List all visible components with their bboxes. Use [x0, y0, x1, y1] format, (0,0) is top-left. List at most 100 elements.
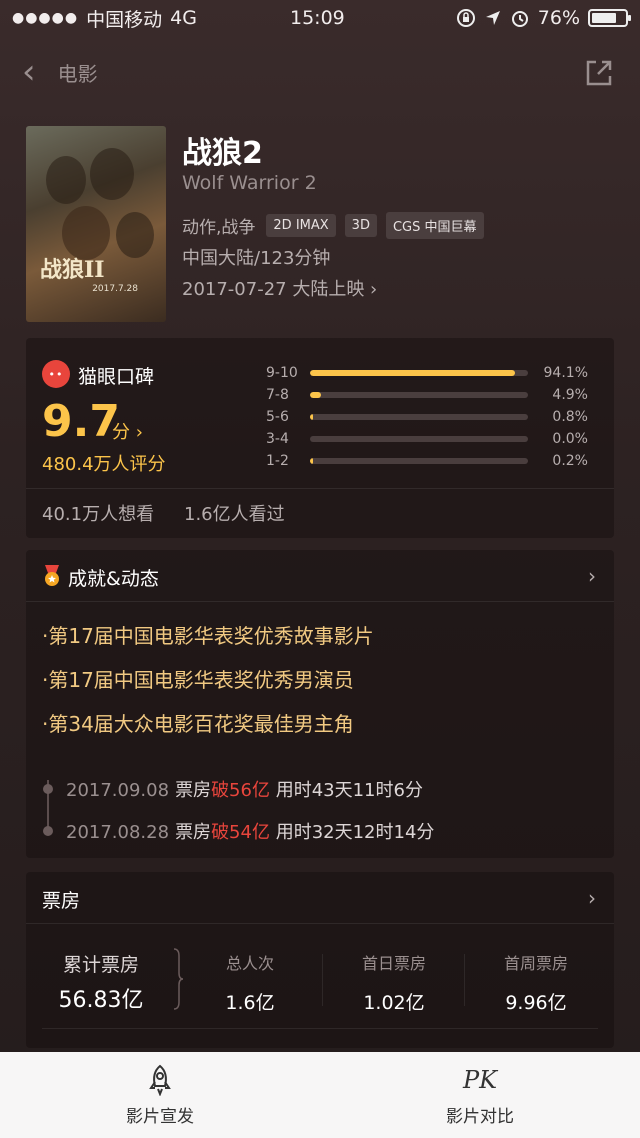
- timeline-dot: [43, 826, 53, 836]
- distribution-percent: 0.2%: [552, 453, 588, 469]
- box-office-header[interactable]: 票房 ›: [26, 872, 614, 924]
- rating-brand: 猫眼口碑: [78, 366, 155, 388]
- nav-title: 电影: [57, 61, 98, 86]
- award-item: ·第34届大众电影百花奖最佳男主角: [42, 712, 354, 736]
- maoyan-logo-icon: ••: [42, 360, 70, 388]
- tab-compare[interactable]: PK 影片对比: [320, 1052, 640, 1138]
- rocket-icon: [149, 1064, 171, 1096]
- achievements-card: 成就&动态 › ·第17届中国电影华表奖优秀故事影片 ·第17届中国电影华表奖优…: [26, 550, 614, 858]
- distribution-percent: 94.1%: [543, 365, 588, 381]
- tab-label: 影片宣发: [126, 1106, 194, 1127]
- rating-card[interactable]: •• 猫眼口碑 9.7 分 › 480.4万人评分 9-10 94.1% 7-8…: [26, 338, 614, 538]
- timeline-suffix: 用时43天11时6分: [269, 780, 423, 801]
- divider: [26, 488, 614, 489]
- timeline-prefix: 票房: [175, 822, 212, 843]
- timeline-suffix: 用时32天12时14分: [269, 822, 435, 843]
- distribution-bar: [310, 458, 528, 464]
- chevron-left-icon[interactable]: ‹: [22, 55, 36, 89]
- timeline-dot: [43, 784, 53, 794]
- distribution-bar: [310, 414, 528, 420]
- box-office-stat: 首周票房 9.96亿: [466, 950, 606, 1015]
- achievements-title: 成就&动态: [68, 568, 159, 590]
- signal-icon: ●●●●●: [12, 10, 79, 26]
- chevron-right-icon: ›: [588, 564, 596, 588]
- timeline-item: 2017.08.28 票房破54亿 用时32天12时14分: [66, 818, 434, 844]
- box-office-title: 票房: [42, 890, 81, 912]
- distribution-bar: [310, 392, 528, 398]
- movie-poster[interactable]: 战狼II 2017.7.28: [26, 126, 166, 322]
- award-item: ·第17届中国电影华表奖优秀故事影片: [42, 624, 374, 648]
- timeline-prefix: 票房: [175, 780, 212, 801]
- want-to-watch-count: 40.1万人想看: [42, 504, 155, 525]
- award-item: ·第17届中国电影华表奖优秀男演员: [42, 668, 354, 692]
- clock: 15:09: [290, 7, 345, 29]
- movie-title: 战狼2: [182, 136, 263, 171]
- divider: [322, 954, 323, 1006]
- alarm-icon: [511, 11, 528, 27]
- stat-label: 首周票房: [503, 954, 568, 973]
- distribution-label: 9-10: [266, 365, 298, 381]
- distribution-row: 1-2 0.2%: [266, 450, 596, 472]
- rating-score-unit[interactable]: 分 ›: [112, 418, 143, 444]
- format-tag: CGS 中国巨幕: [385, 212, 484, 239]
- stat-value: 1.02亿: [363, 992, 425, 1014]
- divider: [42, 1028, 598, 1029]
- distribution-label: 1-2: [266, 453, 289, 469]
- stat-label: 总人次: [225, 954, 274, 973]
- rating-score: 9.7: [42, 396, 120, 447]
- rotation-lock-icon: [456, 9, 475, 27]
- network-type: 4G: [170, 7, 197, 29]
- status-bar: ●●●●● 中国移动 4G 15:09 76%: [0, 0, 640, 36]
- rating-distribution: 9-10 94.1% 7-8 4.9% 5-6 0.8% 3-4 0.0% 1-…: [266, 362, 596, 472]
- distribution-bar: [310, 370, 528, 376]
- release-date-link[interactable]: 2017-07-27 大陆上映 ›: [182, 275, 377, 301]
- bottom-tab-bar: 影片宣发 PK 影片对比: [0, 1052, 640, 1138]
- distribution-row: 3-4 0.0%: [266, 428, 596, 450]
- box-office-stat: 总人次 1.6亿: [180, 950, 320, 1015]
- watched-count: 1.6亿人看过: [184, 504, 285, 525]
- timeline-date: 2017.09.08: [66, 780, 170, 801]
- share-icon[interactable]: [584, 58, 614, 88]
- stat-label: 首日票房: [361, 954, 426, 973]
- pk-icon: PK: [462, 1065, 498, 1094]
- distribution-label: 7-8: [266, 387, 289, 403]
- movie-tags: 动作,战争 2D IMAX 3D CGS 中国巨幕: [182, 212, 484, 239]
- tab-promotion[interactable]: 影片宣发: [0, 1052, 320, 1138]
- tab-label: 影片对比: [446, 1106, 514, 1127]
- format-tag: 2D IMAX: [266, 214, 336, 237]
- distribution-row: 9-10 94.1%: [266, 362, 596, 384]
- box-office-stat: 首日票房 1.02亿: [324, 950, 464, 1015]
- timeline-item: 2017.09.08 票房破56亿 用时43天11时6分: [66, 776, 423, 802]
- achievements-header[interactable]: 成就&动态 ›: [26, 550, 614, 602]
- timeline-highlight: 破56亿: [211, 780, 270, 801]
- timeline-date: 2017.08.28: [66, 822, 170, 843]
- distribution-row: 7-8 4.9%: [266, 384, 596, 406]
- battery-percent: 76%: [537, 7, 580, 29]
- poster-date: 2017.7.28: [92, 284, 138, 294]
- timeline-highlight: 破54亿: [211, 822, 270, 843]
- box-office-card: 票房 › 累计票房 56.83亿 总人次 1.6亿 首日票房 1.02亿 首周票…: [26, 872, 614, 1048]
- region-duration: 中国大陆/123分钟: [182, 248, 331, 269]
- stat-value: 9.96亿: [505, 992, 567, 1014]
- total-box-office-value: 56.83亿: [58, 988, 144, 1013]
- carrier: 中国移动: [86, 8, 163, 31]
- distribution-label: 5-6: [266, 409, 289, 425]
- distribution-percent: 0.8%: [552, 409, 588, 425]
- distribution-percent: 4.9%: [552, 387, 588, 403]
- distribution-row: 5-6 0.8%: [266, 406, 596, 428]
- battery-icon: [588, 9, 631, 27]
- chevron-right-icon: ›: [588, 886, 596, 910]
- distribution-label: 3-4: [266, 431, 289, 447]
- divider: [464, 954, 465, 1006]
- medal-icon: [45, 565, 59, 586]
- poster-title: 战狼II: [40, 257, 105, 283]
- distribution-bar: [310, 436, 528, 442]
- movie-english-title: Wolf Warrior 2: [182, 172, 317, 194]
- format-tag: 3D: [344, 214, 377, 237]
- stat-value: 1.6亿: [225, 992, 275, 1014]
- nav-bar: ‹ 电影: [0, 44, 640, 100]
- location-icon: [485, 11, 500, 25]
- total-box-office-label: 累计票房: [62, 954, 139, 976]
- rating-count: 480.4万人评分: [42, 454, 166, 475]
- distribution-percent: 0.0%: [552, 431, 588, 447]
